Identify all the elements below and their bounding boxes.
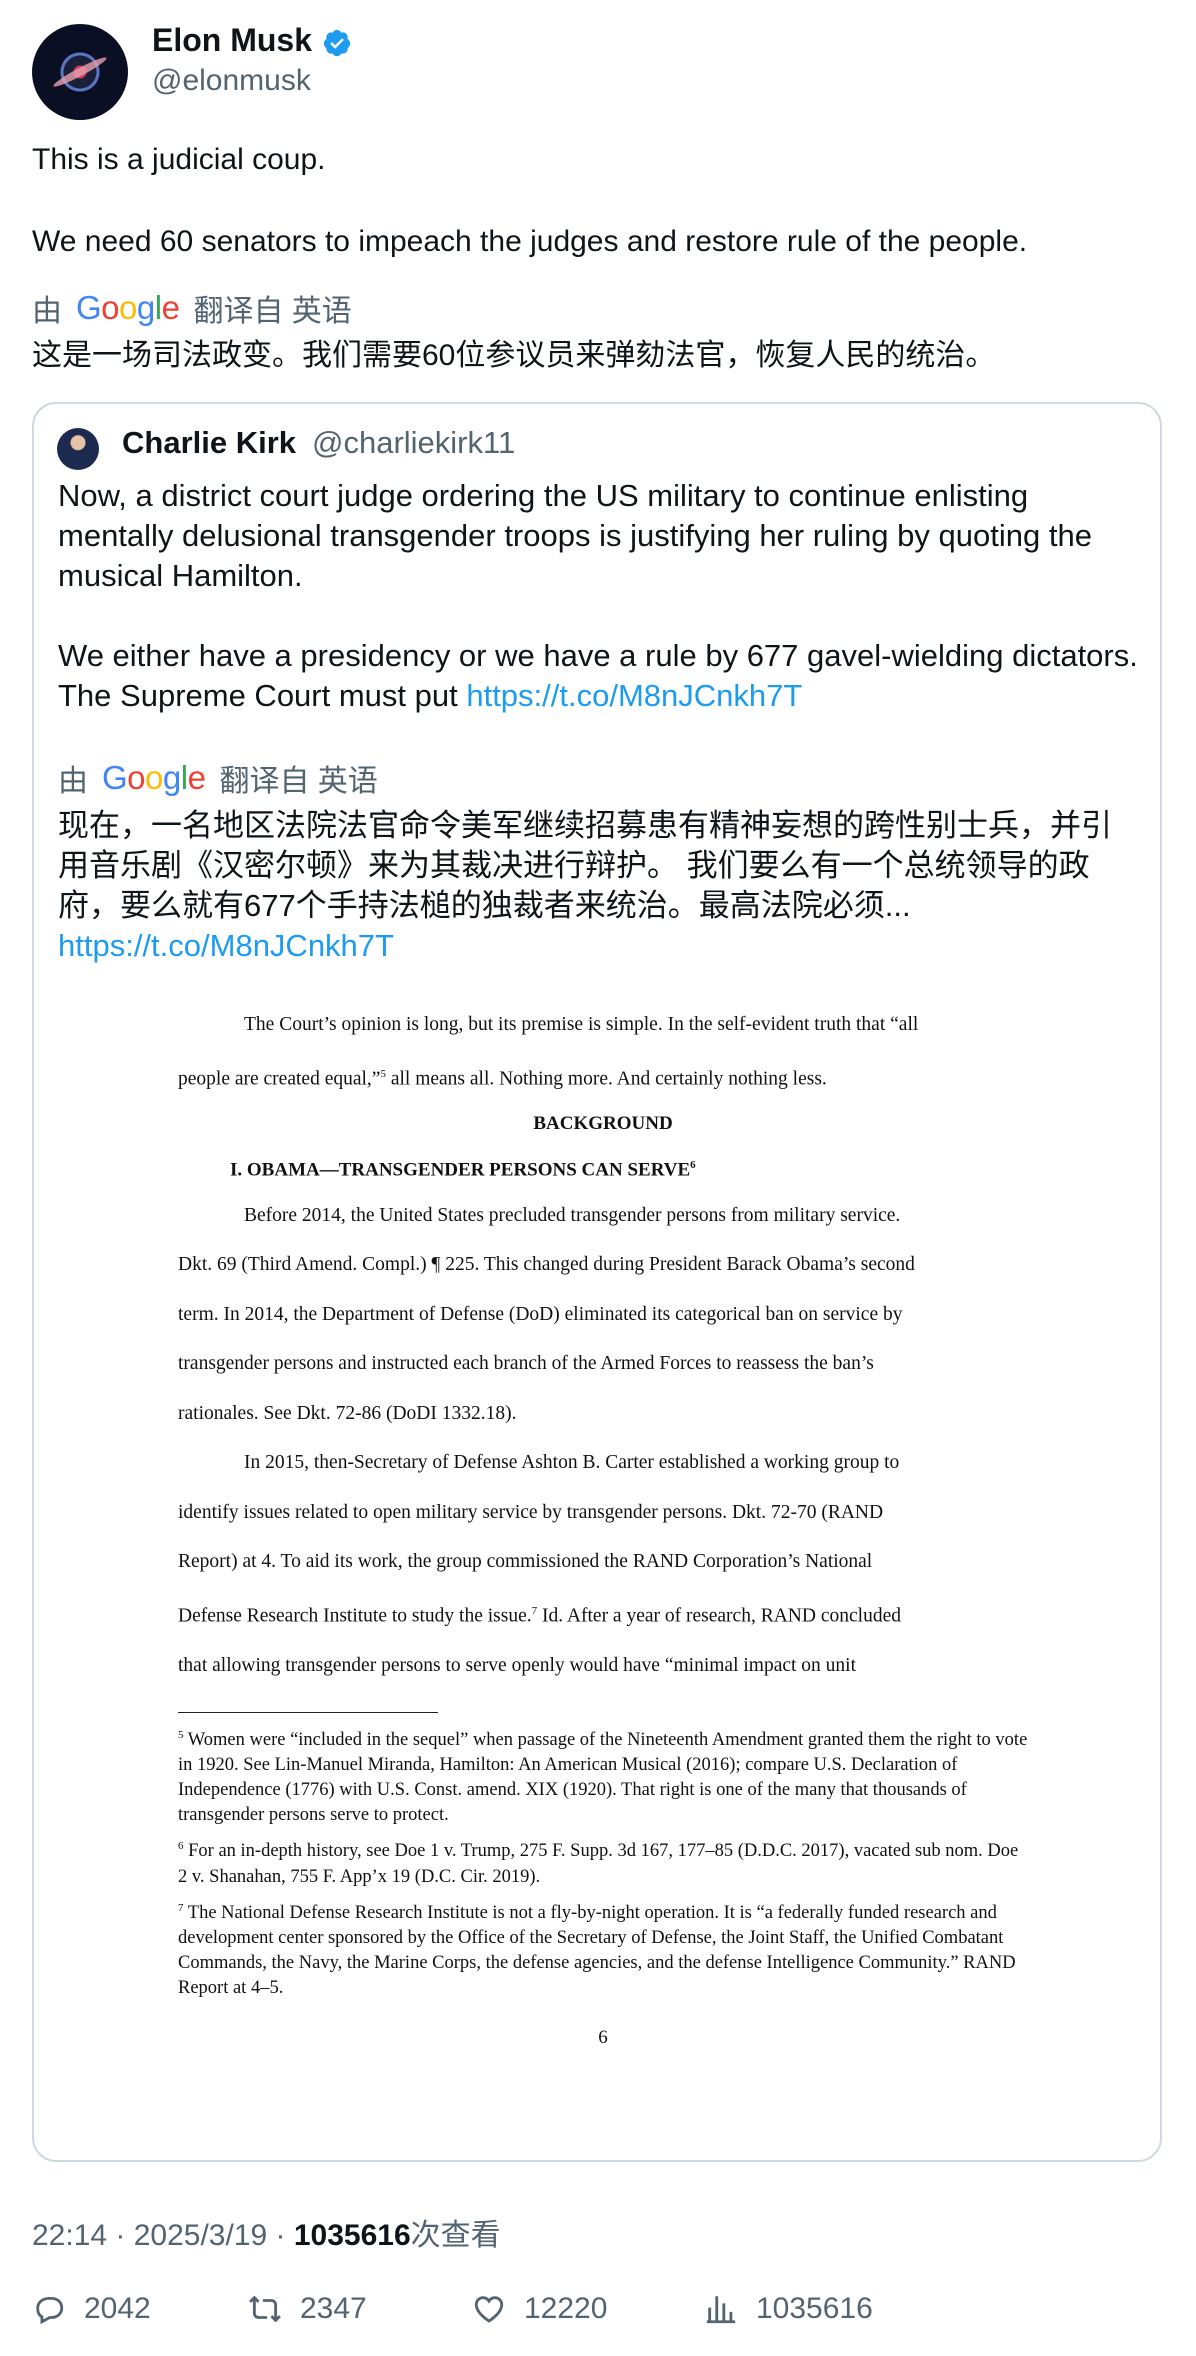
doc-line: rationales. See Dkt. 72-86 (DoDI 1332.18… <box>178 1402 517 1424</box>
translate-suffix: 翻译自 英语 <box>193 295 352 328</box>
doc-line: transgender persons and instructed each … <box>178 1353 874 1375</box>
quote-translation-attribution: 由 Google 翻译自 英语 <box>58 756 378 800</box>
quote-translate-suffix: 翻译自 英语 <box>219 765 378 798</box>
view-count-suffix: 次查看 <box>410 2219 501 2252</box>
footnote-5: 5 Women were “included in the sequel” wh… <box>178 1729 1028 1826</box>
views-count: 1035616 <box>756 2292 873 2325</box>
reply-icon <box>36 2296 64 2325</box>
repost-icon <box>249 2295 281 2323</box>
heart-icon <box>474 2296 504 2323</box>
quote-translation: 现在，一名地区法院法官命令美军继续招募患有精神妄想的跨性别士兵，并引用音乐剧《汉… <box>58 806 1134 966</box>
tweet-text-line2: We need 60 senators to impeach the judge… <box>32 225 1028 258</box>
doc-line: identify issues related to open military… <box>178 1501 884 1523</box>
tweet-meta: 22:14 · 2025/3/19 · 1035616次查看 <box>32 2210 501 2254</box>
views-button[interactable]: 1035616 <box>704 2292 873 2326</box>
doc-section-heading: I. OBAMA—TRANSGENDER PERSONS CAN SERVE6 <box>230 1158 696 1180</box>
doc-line: term. In 2014, the Department of Defense… <box>178 1303 903 1325</box>
quote-author-avatar[interactable] <box>57 428 99 470</box>
doc-line: that allowing transgender persons to ser… <box>178 1654 857 1676</box>
doc-line: In 2015, then-Secretary of Defense Ashto… <box>244 1452 900 1474</box>
reply-count: 2042 <box>84 2292 151 2325</box>
doc-line: Dkt. 69 (Third Amend. Compl.) ¶ 225. Thi… <box>178 1254 915 1276</box>
translation-attribution: 由 Google 翻译自 英语 <box>32 286 352 330</box>
doc-line: Report) at 4. To aid its work, the group… <box>178 1551 873 1573</box>
translate-prefix: 由 <box>32 295 62 328</box>
repost-button[interactable]: 2347 <box>248 2292 367 2326</box>
view-count: 1035616 <box>293 2219 411 2252</box>
quote-translation-body: 现在，一名地区法院法官命令美军继续招募患有精神妄想的跨性别士兵，并引用音乐剧《汉… <box>58 808 1112 923</box>
repost-count: 2347 <box>300 2292 367 2325</box>
footnote-divider <box>178 1712 438 1714</box>
quote-translate-prefix: 由 <box>58 765 88 798</box>
analytics-icon <box>706 2296 736 2324</box>
quote-translation-link[interactable]: https://t.co/M8nJCnkh7T <box>58 928 394 963</box>
tweet-translation: 这是一场司法政变。我们需要60位参议员来弹劾法官，恢复人民的统治。 <box>32 339 996 372</box>
court-document-image[interactable]: The Court’s opinion is long, but its pre… <box>178 1000 1028 2049</box>
quote-author-handle[interactable]: @charliekirk11 <box>312 425 515 461</box>
reply-button[interactable]: 2042 <box>32 2292 151 2326</box>
like-button[interactable]: 12220 <box>472 2292 607 2326</box>
tweet-timestamp[interactable]: 22:14 · 2025/3/19 · <box>32 2219 294 2252</box>
footnote-6: 6 For an in-depth history, see Doe 1 v. … <box>178 1840 1019 1887</box>
doc-line: people are created equal,”5 all means al… <box>178 1067 827 1090</box>
doc-heading: BACKGROUND <box>533 1112 673 1134</box>
google-logo-icon: Google <box>76 289 180 326</box>
doc-line: Defense Research Institute to study the … <box>178 1604 901 1627</box>
doc-page-number: 6 <box>598 2026 608 2048</box>
quote-text-para2: We either have a presidency or we have a… <box>58 636 1138 716</box>
author-avatar[interactable] <box>32 24 128 120</box>
quote-text-para1: Now, a district court judge ordering the… <box>58 478 1092 593</box>
quote-author-name[interactable]: Charlie Kirk <box>122 425 296 461</box>
doc-line: Before 2014, the United States precluded… <box>244 1204 901 1226</box>
footnote-7: 7 The National Defense Research Institut… <box>178 1901 1016 1998</box>
doc-line: The Court’s opinion is long, but its pre… <box>244 1014 919 1035</box>
google-logo-icon: Google <box>102 759 206 796</box>
tweet-text-line1: This is a judicial coup. <box>32 143 326 176</box>
author-handle[interactable]: @elonmusk <box>152 64 311 98</box>
verified-badge-icon <box>323 29 351 57</box>
quote-link[interactable]: https://t.co/M8nJCnkh7T <box>466 678 802 713</box>
author-name[interactable]: Elon Musk <box>152 22 312 59</box>
like-count: 12220 <box>524 2292 608 2325</box>
